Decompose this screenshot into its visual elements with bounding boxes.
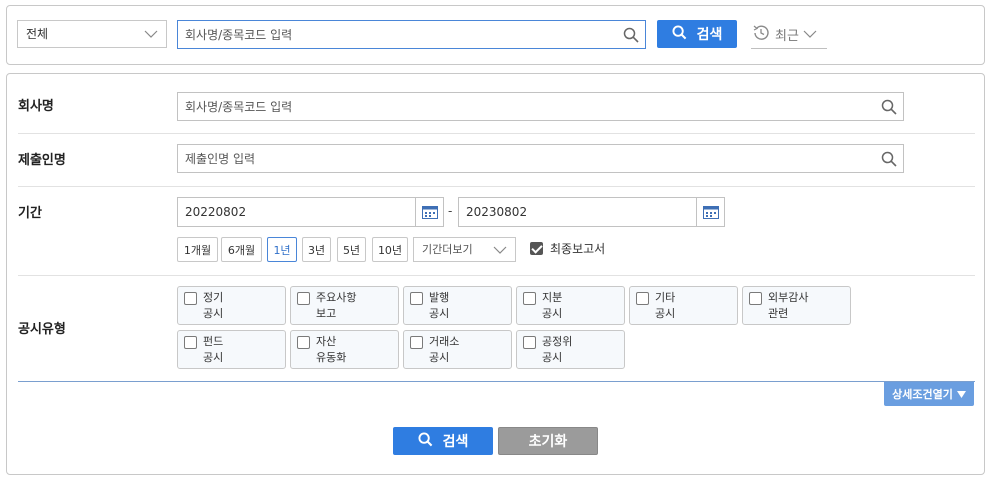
chevron-down-icon	[493, 238, 507, 261]
submitter-placeholder: 제출인명 입력	[185, 152, 256, 166]
type-line2: 유동화	[316, 351, 347, 364]
company-label: 회사명	[18, 99, 54, 114]
type-line1: 외부감사	[768, 291, 809, 304]
top-search-button-label: 검색	[696, 27, 723, 43]
chevron-down-icon	[803, 27, 817, 42]
type-line1: 공정위	[542, 335, 573, 348]
type-line1: 기타	[655, 291, 676, 304]
type-fund[interactable]: 펀드공시	[177, 330, 286, 369]
recent-dropdown[interactable]: 최근	[751, 21, 827, 49]
search-button[interactable]: 검색	[393, 427, 493, 455]
calendar-icon[interactable]	[696, 198, 724, 226]
period-separator: -	[448, 204, 453, 218]
divider	[18, 133, 975, 134]
top-search-placeholder: 회사명/종목코드 입력	[185, 28, 293, 42]
type-issuance[interactable]: 발행공시	[403, 286, 512, 325]
company-input[interactable]: 회사명/종목코드 입력	[177, 92, 904, 121]
period-more-select[interactable]: 기간더보기	[413, 237, 516, 262]
type-line1: 펀드	[203, 335, 224, 348]
search-icon[interactable]	[623, 21, 639, 48]
reset-button[interactable]: 초기화	[498, 427, 598, 455]
search-icon	[418, 431, 433, 451]
type-line1: 자산	[316, 335, 337, 348]
type-line2: 공시	[429, 351, 450, 364]
type-line2: 공시	[542, 307, 563, 320]
scope-select[interactable]: 전체	[17, 20, 167, 48]
divider	[18, 186, 975, 187]
submitter-label: 제출인명	[18, 153, 66, 168]
scope-select-value: 전체	[26, 27, 49, 41]
type-abs[interactable]: 자산유동화	[290, 330, 399, 369]
type-ftc[interactable]: 공정위공시	[516, 330, 625, 369]
type-major[interactable]: 주요사항보고	[290, 286, 399, 325]
period-preset-5y[interactable]: 5년	[337, 237, 366, 262]
search-icon[interactable]	[881, 145, 897, 172]
type-line1: 정기	[203, 291, 224, 304]
period-end-input[interactable]: 20230802	[458, 197, 725, 227]
type-line2: 관련	[768, 307, 789, 320]
divider	[18, 275, 975, 276]
type-line1: 거래소	[429, 335, 460, 348]
type-line2: 공시	[655, 307, 676, 320]
period-start-value: 20220802	[185, 205, 247, 219]
period-more-label: 기간더보기	[422, 243, 473, 256]
period-preset-1y[interactable]: 1년	[267, 237, 297, 262]
type-line2: 공시	[203, 307, 224, 320]
period-end-value: 20230802	[466, 205, 528, 219]
type-line2: 공시	[203, 351, 224, 364]
period-start-input[interactable]: 20220802	[177, 197, 444, 227]
calendar-icon[interactable]	[415, 198, 443, 226]
type-line1: 지분	[542, 291, 563, 304]
top-search-panel: 전체 회사명/종목코드 입력 검색 최근	[6, 5, 985, 65]
triangle-down-icon	[956, 388, 966, 401]
top-search-input[interactable]: 회사명/종목코드 입력	[177, 20, 646, 49]
search-icon	[672, 24, 687, 44]
top-search-button[interactable]: 검색	[657, 20, 737, 48]
detail-toggle-button[interactable]: 상세조건열기	[884, 382, 974, 406]
history-clock-icon	[751, 23, 771, 47]
period-preset-10y[interactable]: 10년	[372, 237, 408, 262]
period-preset-3y[interactable]: 3년	[302, 237, 331, 262]
type-exchange[interactable]: 거래소공시	[403, 330, 512, 369]
submitter-input[interactable]: 제출인명 입력	[177, 144, 904, 173]
type-line1: 발행	[429, 291, 450, 304]
type-line2: 공시	[542, 351, 563, 364]
type-other[interactable]: 기타공시	[629, 286, 738, 325]
final-report-label: 최종보고서	[550, 242, 606, 256]
final-report-checkbox[interactable]: 최종보고서	[530, 240, 605, 257]
period-label: 기간	[18, 206, 42, 221]
type-line1: 주요사항	[316, 291, 357, 304]
search-icon[interactable]	[881, 93, 897, 120]
reset-button-label: 초기화	[528, 434, 568, 450]
period-preset-6m[interactable]: 6개월	[221, 237, 262, 262]
chevron-down-icon	[144, 21, 158, 47]
period-preset-1m[interactable]: 1개월	[177, 237, 218, 262]
type-line2: 보고	[316, 307, 337, 320]
type-line2: 공시	[429, 307, 450, 320]
divider	[18, 381, 975, 382]
type-audit[interactable]: 외부감사관련	[742, 286, 851, 325]
checkbox-checked-icon[interactable]	[530, 242, 543, 255]
type-regular[interactable]: 정기공시	[177, 286, 286, 325]
search-button-label: 검색	[442, 434, 469, 450]
recent-label: 최근	[775, 29, 799, 44]
disclosure-type-label: 공시유형	[18, 322, 66, 337]
filter-panel: 회사명 회사명/종목코드 입력 제출인명 제출인명 입력 기간 20220802…	[6, 73, 985, 475]
type-equity[interactable]: 지분공시	[516, 286, 625, 325]
detail-toggle-label: 상세조건열기	[892, 388, 953, 401]
company-placeholder: 회사명/종목코드 입력	[185, 100, 293, 114]
